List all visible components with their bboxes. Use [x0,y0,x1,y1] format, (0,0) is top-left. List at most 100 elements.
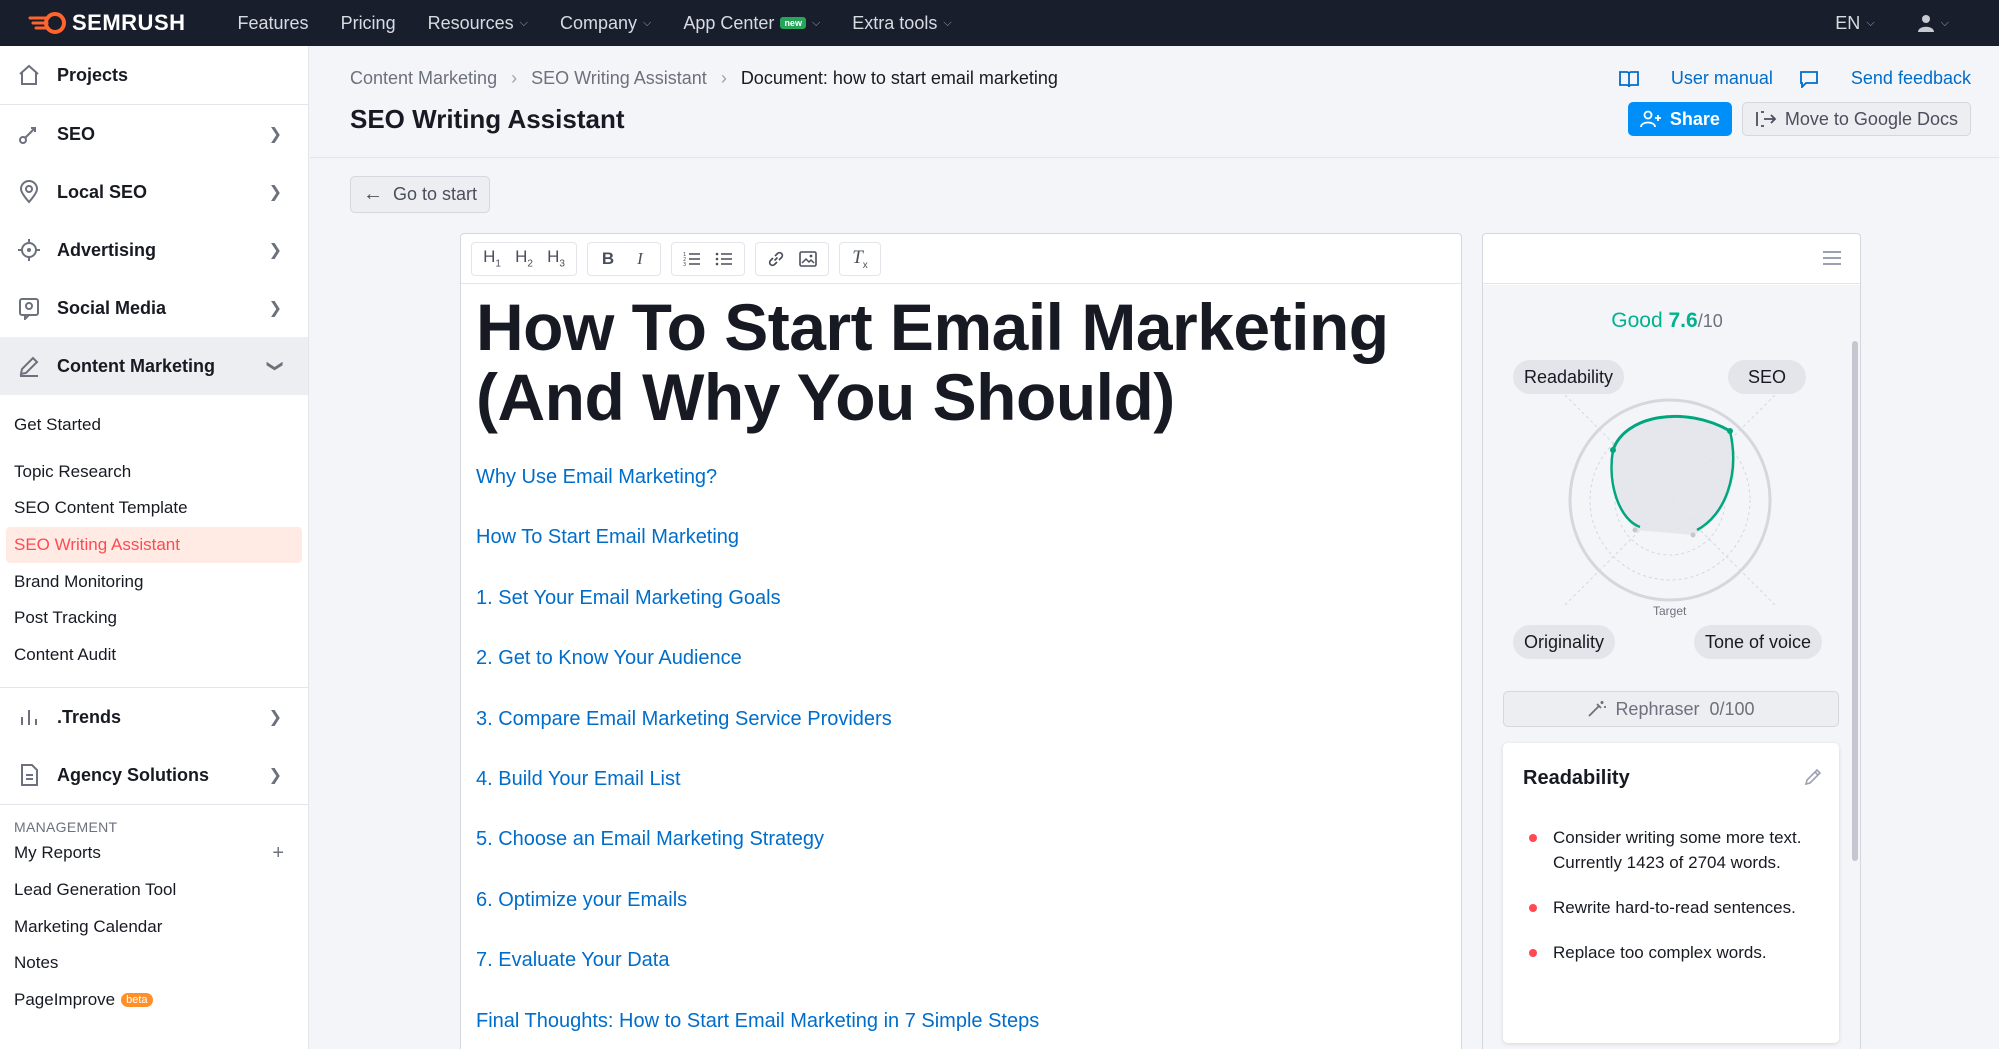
heading-1-button[interactable]: H1 [476,244,508,274]
share-button[interactable]: Share [1627,102,1732,136]
document-content[interactable]: How To Start Email Marketing (And Why Yo… [461,284,1461,1049]
sidebar-item-label: Social Media [57,297,167,318]
nav-resources[interactable]: Resources ⌵ [428,13,528,34]
image-button[interactable] [792,244,824,274]
tone-of-voice-pill[interactable]: Tone of voice [1694,625,1823,659]
chevron-right-icon: › [511,68,518,88]
toc-link[interactable]: 1. Set Your Email Marketing Goals [476,583,1446,643]
nav-company[interactable]: Company ⌵ [560,13,651,34]
feedback-icon [1800,70,1818,88]
language-selector[interactable]: EN ⌵ [1835,13,1874,34]
clear-format-button[interactable]: Tx [844,244,876,274]
sidebar-sub-lead-generation-tool[interactable]: Lead Generation Tool [0,872,308,909]
go-to-start-button[interactable]: ← Go to start [350,176,491,213]
location-pin-icon [14,177,44,207]
toc-link[interactable]: Final Thoughts: How to Start Email Marke… [476,1006,1446,1049]
nav-label: Pricing [340,12,396,33]
score-panel: Good 7.6/10 Readability SEO Originality … [1482,233,1861,1049]
sidebar-sub-label: PageImprove [14,989,116,1009]
move-to-google-docs-button[interactable]: Move to Google Docs [1741,102,1971,136]
toc-link[interactable]: 2. Get to Know Your Audience [476,643,1446,703]
score-radar-chart [1565,395,1775,605]
semrush-logo[interactable]: SEMRUSH [28,10,186,36]
rephraser-count: 0/100 [1709,698,1755,719]
readability-tip[interactable]: Consider writing some more text. Current… [1523,825,1823,875]
seo-pill[interactable]: SEO [1728,360,1807,394]
toc-link[interactable]: Why Use Email Marketing? [476,462,1446,522]
sidebar-sub-seo-writing-assistant[interactable]: SEO Writing Assistant [6,526,302,564]
ordered-list-icon: 123 [683,252,700,267]
sidebar-sub-pageimprove[interactable]: PageImprove beta [0,982,308,1019]
sidebar-sub-my-reports[interactable]: My Reports + [0,835,308,872]
panel-scrollbar[interactable] [1852,341,1858,861]
h2-icon: H2 [515,247,533,270]
sidebar-item-content-marketing[interactable]: Content Marketing ❯ [0,337,308,395]
toc-link[interactable]: 6. Optimize your Emails [476,885,1446,945]
user-manual-link[interactable]: User manual [1618,68,1773,89]
toc-link[interactable]: 5. Choose an Email Marketing Strategy [476,824,1446,884]
sidebar-item-label: Local SEO [57,181,148,202]
sidebar-item-local-seo[interactable]: Local SEO ❯ [0,163,308,221]
nav-pricing[interactable]: Pricing [341,13,396,34]
chevron-down-icon: ⌵ [943,16,952,29]
originality-pill[interactable]: Originality [1513,625,1616,659]
breadcrumb-item[interactable]: SEO Writing Assistant [531,68,707,89]
nav-app-center[interactable]: App Center new ⌵ [683,13,820,34]
nav-features[interactable]: Features [238,13,309,34]
heading-2-button[interactable]: H2 [508,244,540,274]
red-dot-icon [1529,949,1537,957]
sidebar-item-agency-solutions[interactable]: Agency Solutions ❯ [0,746,308,804]
ordered-list-button[interactable]: 123 [676,244,708,274]
nav-label: Resources [427,12,514,33]
sidebar-item-trends[interactable]: .Trends ❯ [0,688,308,746]
sidebar-sub-marketing-calendar[interactable]: Marketing Calendar [0,908,308,945]
target-icon [14,235,44,265]
user-menu[interactable]: ⌵ [1917,14,1949,32]
new-badge: new [780,17,806,29]
beta-badge: beta [121,992,153,1007]
text-editor[interactable]: H1 H2 H3 B I 123 Tx How To Start Email M… [460,233,1462,1049]
sidebar-sub-notes[interactable]: Notes [0,945,308,982]
chevron-down-icon: ⌵ [1940,16,1949,29]
sidebar-item-label: SEO [57,123,96,144]
bold-button[interactable]: B [592,244,624,274]
toc-link[interactable]: 4. Build Your Email List [476,764,1446,824]
rephraser-button[interactable]: Rephraser 0/100 [1503,691,1839,727]
sidebar-item-projects[interactable]: Projects [0,46,308,104]
sidebar-sub-brand-monitoring[interactable]: Brand Monitoring [0,563,308,600]
breadcrumb-item[interactable]: Content Marketing [350,68,497,89]
heading-3-button[interactable]: H3 [540,244,572,274]
toc-link[interactable]: 7. Evaluate Your Data [476,945,1446,1005]
italic-button[interactable]: I [624,244,656,274]
sidebar-item-seo[interactable]: SEO ❯ [0,105,308,163]
send-feedback-label: Send feedback [1850,68,1971,88]
h3-icon: H3 [547,247,565,270]
readability-pill[interactable]: Readability [1513,360,1625,394]
readability-tip[interactable]: Replace too complex words. [1523,940,1823,965]
sidebar-item-social-media[interactable]: Social Media ❯ [0,279,308,337]
send-feedback-link[interactable]: Send feedback [1799,68,1971,89]
bullet-list-button[interactable] [708,244,740,274]
sidebar-sub-seo-content-template[interactable]: SEO Content Template [0,490,308,527]
readability-tip[interactable]: Rewrite hard-to-read sentences. [1523,895,1823,920]
link-icon [768,251,784,266]
link-button[interactable] [760,244,792,274]
toc-link[interactable]: How To Start Email Marketing [476,522,1446,582]
sidebar-sub-post-tracking[interactable]: Post Tracking [0,600,308,637]
sidebar-sub-topic-research[interactable]: Topic Research [0,454,308,491]
book-icon [1618,70,1639,87]
sidebar-item-advertising[interactable]: Advertising ❯ [0,221,308,279]
chevron-right-icon: ❯ [268,767,282,785]
edit-icon[interactable] [1803,767,1823,792]
pill-label: SEO [1748,366,1787,387]
document-heading[interactable]: How To Start Email Marketing (And Why Yo… [476,292,1446,432]
plus-icon[interactable]: + [272,842,284,865]
sidebar-sub-content-audit[interactable]: Content Audit [0,637,308,674]
chevron-down-icon: ❯ [266,359,284,373]
bar-chart-icon [14,702,44,732]
menu-icon[interactable] [1822,250,1842,271]
score-label: Good [1611,309,1663,332]
nav-extra-tools[interactable]: Extra tools ⌵ [852,13,951,34]
sidebar-sub-get-started[interactable]: Get Started [0,407,308,444]
toc-link[interactable]: 3. Compare Email Marketing Service Provi… [476,704,1446,764]
